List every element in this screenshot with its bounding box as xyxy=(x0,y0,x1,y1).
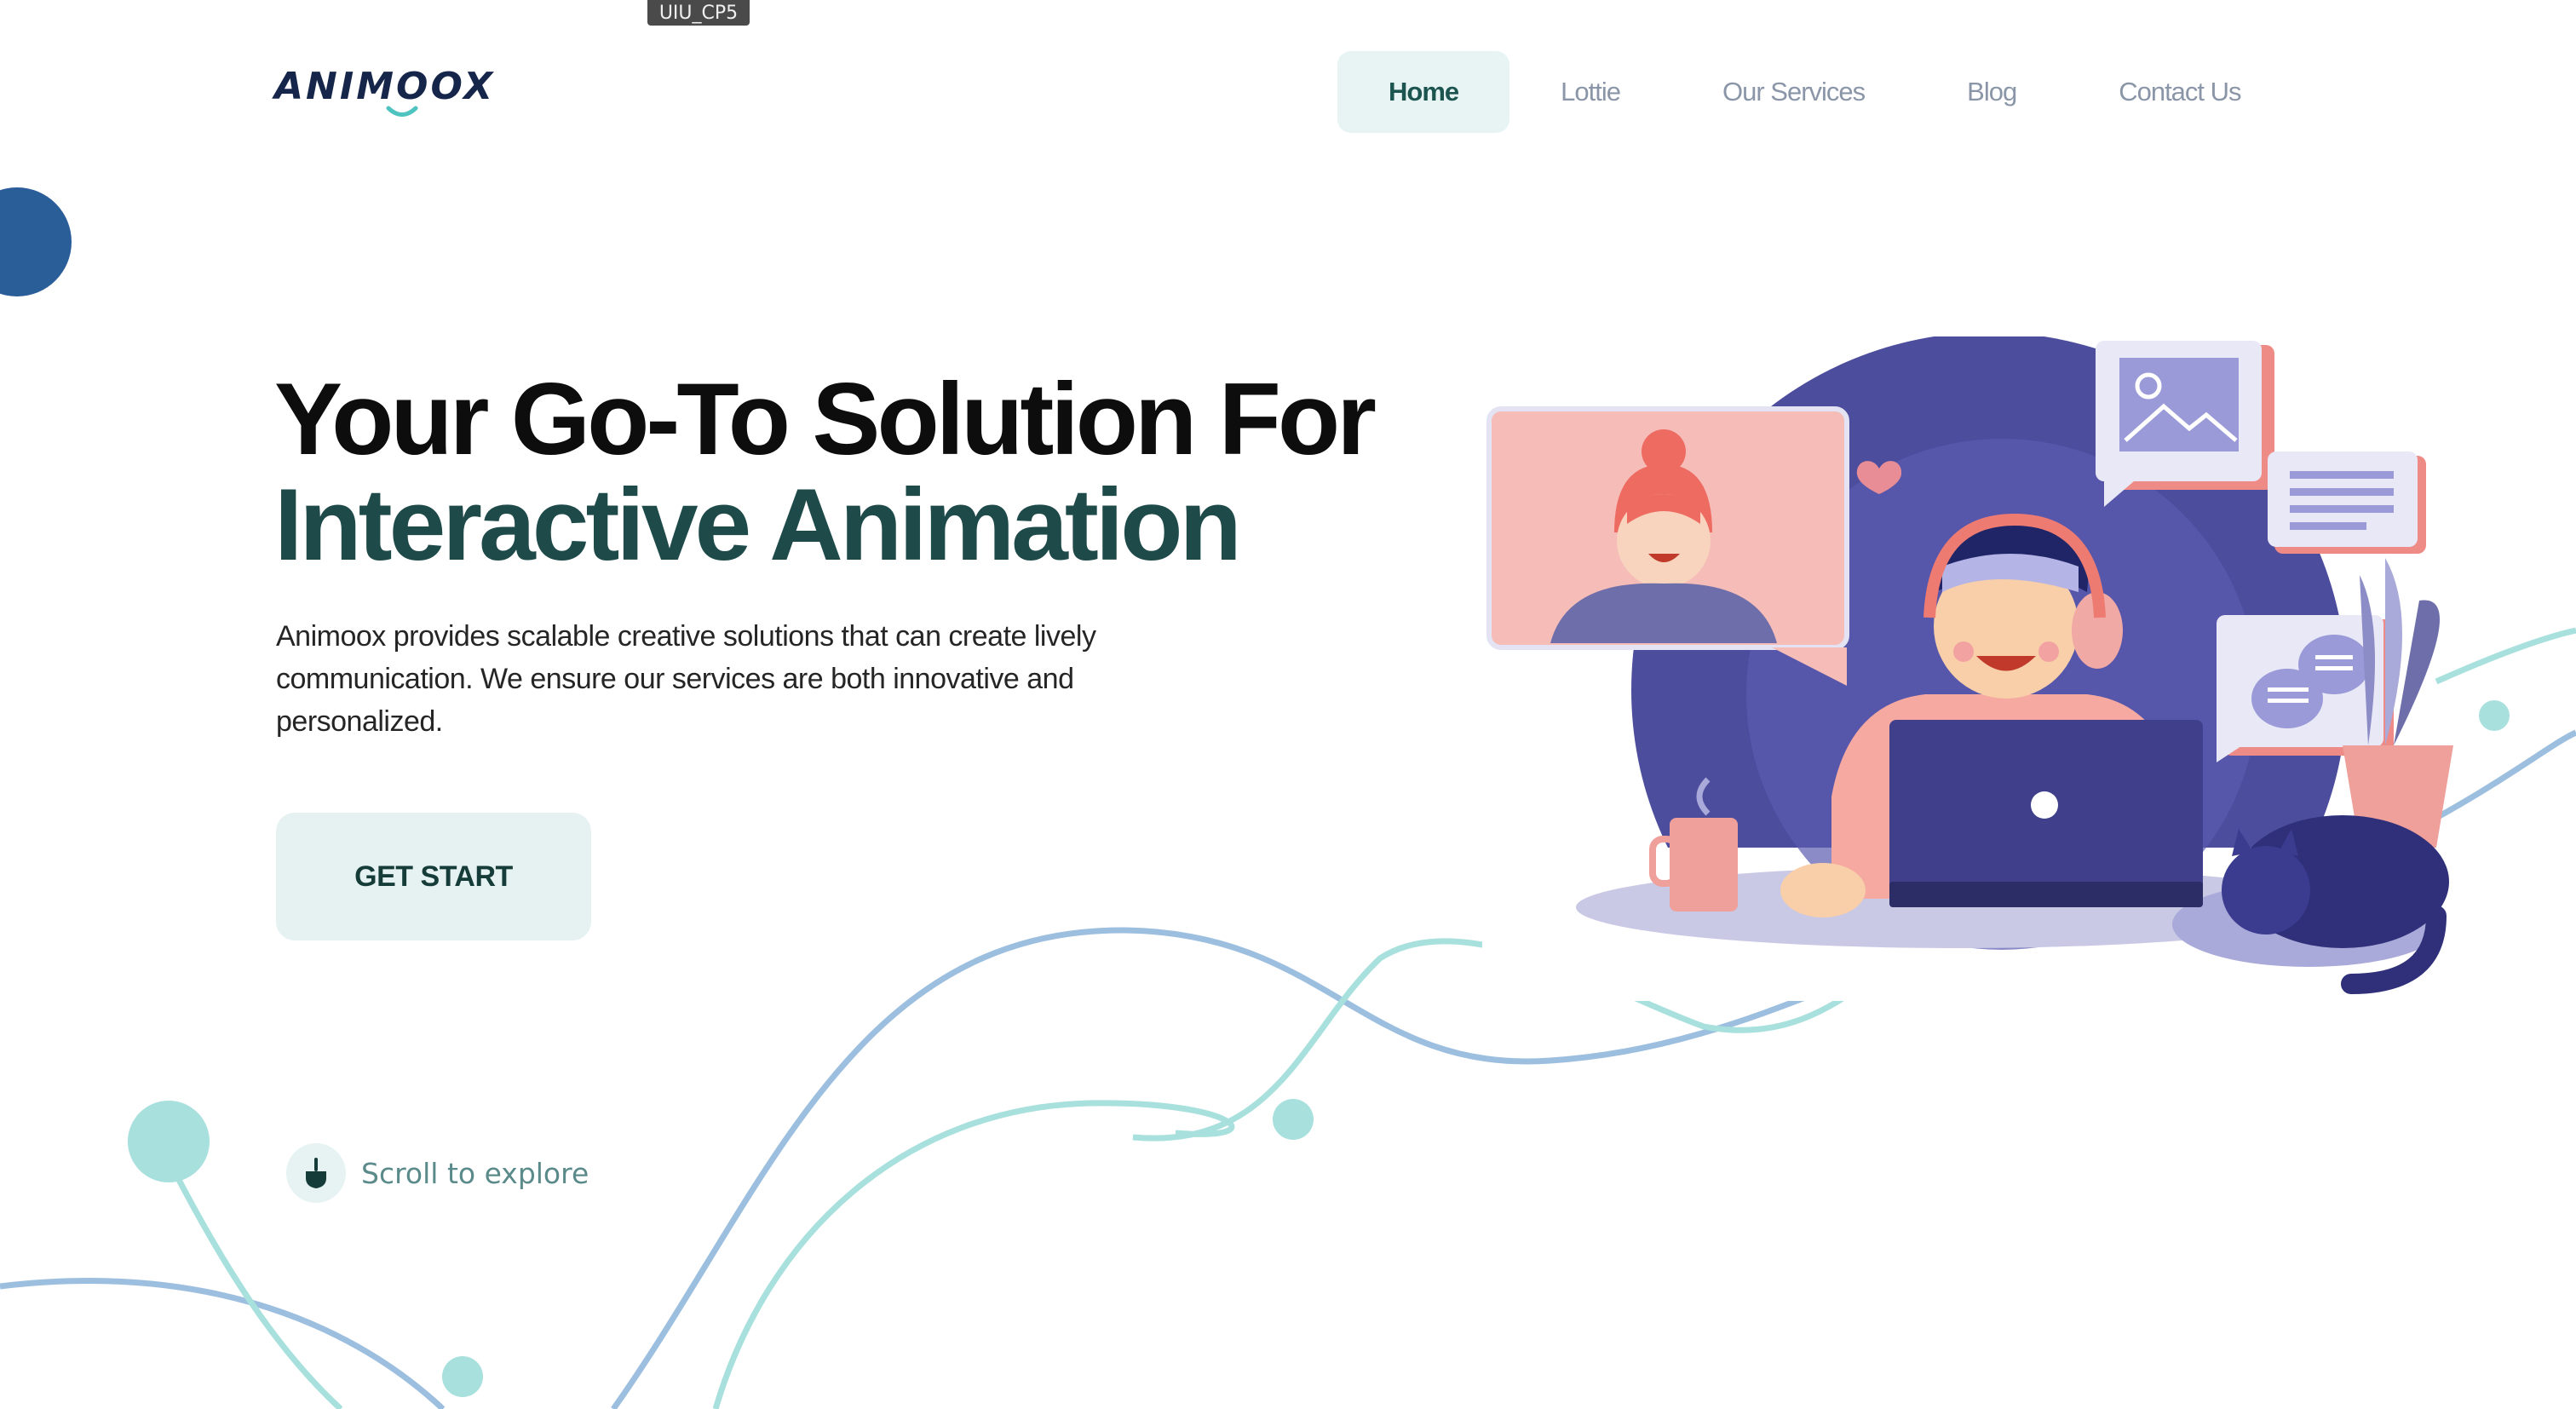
nav-item-blog[interactable]: Blog xyxy=(1916,51,2067,133)
deco-circle-teal-bottom xyxy=(442,1356,483,1397)
smile-arc-icon xyxy=(386,106,418,117)
laptop xyxy=(1889,720,2203,907)
hero-title: Your Go-To Solution For Interactive Anim… xyxy=(274,362,1377,582)
scroll-label: Scroll to explore xyxy=(361,1156,589,1190)
nav-item-contact-us[interactable]: Contact Us xyxy=(2067,51,2291,133)
nav-item-lottie[interactable]: Lottie xyxy=(1509,51,1671,133)
hand-pointer-down-icon xyxy=(286,1143,346,1203)
brand-logo[interactable]: ANIMOOX xyxy=(274,65,496,118)
deco-circle-teal-right xyxy=(2479,700,2510,731)
deco-circle-large xyxy=(0,187,72,296)
deco-circle-teal-left xyxy=(128,1101,210,1182)
nav-item-home[interactable]: Home xyxy=(1337,51,1510,133)
scroll-to-explore[interactable]: Scroll to explore xyxy=(286,1143,589,1203)
logo-text: ANIMOOX xyxy=(274,65,496,108)
deco-circle-teal-mid xyxy=(1273,1099,1314,1140)
text-card xyxy=(2268,451,2426,554)
hero-title-line2: Interactive Animation xyxy=(274,468,1242,582)
hero-title-line1: Your Go-To Solution For xyxy=(274,362,1377,476)
nav-item-our-services[interactable]: Our Services xyxy=(1671,51,1916,133)
hand xyxy=(1780,863,1866,917)
get-start-button[interactable]: GET START xyxy=(276,813,591,940)
hero-description: Animoox provides scalable creative solut… xyxy=(276,620,1096,738)
hero-illustration xyxy=(1482,336,2470,1001)
image-card xyxy=(2096,341,2274,507)
main-nav: Home Lottie Our Services Blog Contact Us xyxy=(1337,51,2292,133)
video-call-window xyxy=(1486,406,1849,686)
